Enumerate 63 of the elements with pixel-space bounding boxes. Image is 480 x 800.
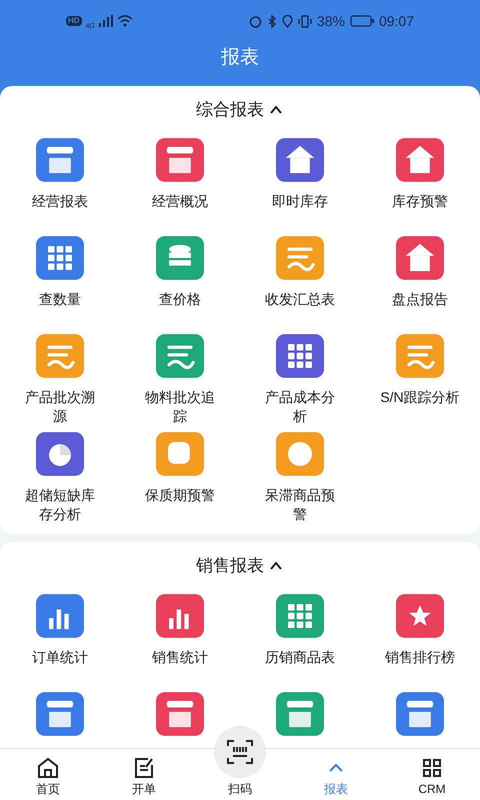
wifi-icon <box>116 15 133 27</box>
nav-tab[interactable]: 首页 <box>0 756 96 798</box>
nav-tab[interactable]: 开单 <box>96 756 192 798</box>
report-icon[interactable] <box>276 430 324 478</box>
report-icon[interactable] <box>396 136 444 184</box>
battery-percent: 38% <box>316 12 345 30</box>
vibrate-icon <box>298 14 312 28</box>
report-label[interactable]: 物料批次追踪 <box>140 388 220 426</box>
report-label[interactable]: 盘点报告 <box>380 290 460 309</box>
report-label[interactable]: 销售统计 <box>140 648 220 667</box>
report-icon[interactable] <box>156 430 204 478</box>
section-title[interactable]: 销售报表 <box>196 553 264 579</box>
alarm-icon <box>248 14 262 28</box>
report-icon[interactable] <box>36 430 84 478</box>
battery-icon <box>350 15 374 27</box>
report-icon[interactable] <box>396 234 444 282</box>
report-label[interactable]: 收发汇总表 <box>260 290 340 309</box>
report-label[interactable]: 即时库存 <box>260 192 340 211</box>
report-icon[interactable] <box>276 332 324 380</box>
location-icon <box>282 14 293 28</box>
hd-badge: HD <box>66 16 82 26</box>
report-label[interactable]: 查价格 <box>140 290 220 309</box>
report-icon[interactable] <box>156 592 204 640</box>
report-label[interactable]: 销售排行榜 <box>380 648 460 667</box>
report-label[interactable]: 查数量 <box>20 290 100 309</box>
page-title: 报表 <box>221 46 259 70</box>
report-label[interactable]: 产品批次溯源 <box>20 388 100 426</box>
report-label[interactable]: S/N跟踪分析 <box>380 388 460 407</box>
report-label[interactable]: 产品成本分析 <box>260 388 340 426</box>
home-icon <box>36 756 60 780</box>
report-icon[interactable] <box>276 234 324 282</box>
report-icon[interactable] <box>36 592 84 640</box>
report-icon[interactable] <box>36 332 84 380</box>
report-icon[interactable] <box>276 592 324 640</box>
report-icon[interactable] <box>156 136 204 184</box>
report-label[interactable]: 库存预警 <box>380 192 460 211</box>
report-icon[interactable] <box>156 234 204 282</box>
report-icon[interactable] <box>396 690 444 738</box>
signal-icon <box>98 15 113 27</box>
nav-tab[interactable]: 报表 <box>288 756 384 798</box>
report-icon[interactable] <box>276 136 324 184</box>
report-icon[interactable] <box>156 332 204 380</box>
grid-icon <box>420 756 444 780</box>
edit-icon <box>132 756 156 780</box>
report-label[interactable]: 历销商品表 <box>260 648 340 667</box>
report-icon[interactable] <box>396 592 444 640</box>
report-icon[interactable] <box>36 690 84 738</box>
report-label[interactable]: 超储短缺库存分析 <box>20 486 100 524</box>
report-icon[interactable] <box>156 690 204 738</box>
report-label[interactable]: 经营报表 <box>20 192 100 211</box>
report-label[interactable]: 订单统计 <box>20 648 100 667</box>
bluetooth-icon <box>266 14 277 28</box>
report-label[interactable]: 保质期预警 <box>140 486 220 505</box>
report-label[interactable]: 经营概况 <box>140 192 220 211</box>
section-title[interactable]: 综合报表 <box>196 97 264 123</box>
report-label[interactable]: 呆滞商品预警 <box>260 486 340 524</box>
report-icon[interactable] <box>276 690 324 738</box>
barcode-icon <box>225 737 255 767</box>
nav-tab[interactable]: CRM <box>384 756 480 798</box>
clock-time: 09:07 <box>378 12 414 30</box>
report-icon[interactable] <box>36 234 84 282</box>
report-icon[interactable] <box>36 136 84 184</box>
report-icon[interactable] <box>396 332 444 380</box>
